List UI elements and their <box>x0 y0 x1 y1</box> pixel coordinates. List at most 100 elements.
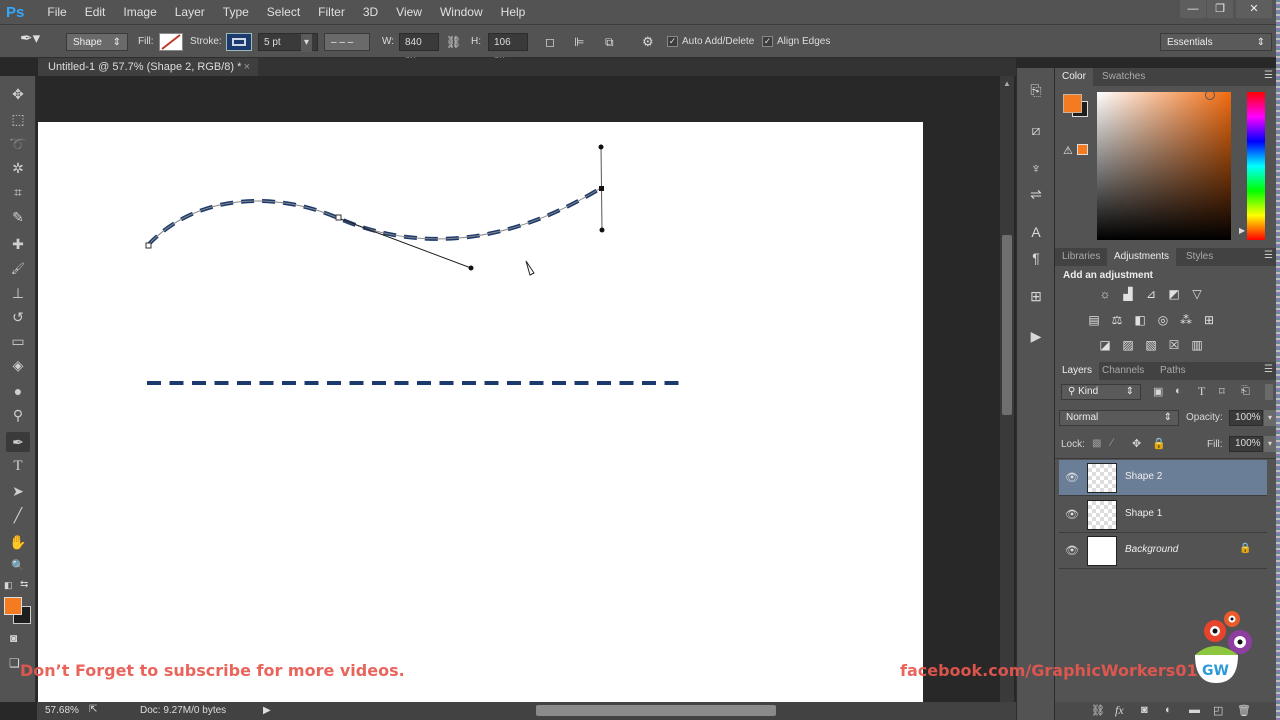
gamut-color-chip[interactable] <box>1077 144 1088 155</box>
stroke-style-dropdown[interactable]: – – – <box>324 33 370 51</box>
actions-play-icon[interactable]: ▶ <box>1025 326 1047 346</box>
direction-handle-point[interactable] <box>598 144 604 150</box>
menu-filter[interactable]: Filter <box>309 5 354 19</box>
eraser-tool-icon[interactable]: ▭ <box>6 331 30 351</box>
height-field[interactable]: 106 px <box>488 33 528 66</box>
vibrance-icon[interactable]: ▽ <box>1189 287 1205 301</box>
foreground-color-swatch[interactable] <box>4 597 22 615</box>
hue-slider-handle-icon[interactable]: ▶ <box>1239 226 1245 235</box>
quick-mask-icon[interactable]: ◙ <box>10 631 17 645</box>
tab-channels[interactable]: Channels <box>1095 362 1151 380</box>
character-icon[interactable]: A <box>1025 222 1047 242</box>
tab-paths[interactable]: Paths <box>1153 362 1193 380</box>
path-operations-icon[interactable]: ◻ <box>545 33 555 51</box>
panel-menu-icon[interactable]: ☰ <box>1264 70 1273 81</box>
document-tab[interactable]: Untitled-1 @ 57.7% (Shape 2, RGB/8) * × <box>38 58 258 76</box>
gear-icon[interactable]: ⚙ <box>642 33 654 51</box>
filter-toggle[interactable] <box>1265 384 1273 400</box>
direction-handle-point[interactable] <box>599 227 605 233</box>
default-colors-icon[interactable]: ◧ <box>4 580 13 591</box>
path-alignment-icon[interactable]: ⊫ <box>574 33 584 51</box>
menu-window[interactable]: Window <box>431 5 492 19</box>
tab-libraries[interactable]: Libraries <box>1055 248 1107 266</box>
filter-smart-object-icon[interactable]: ⎗ <box>1241 385 1250 398</box>
link-dimensions-icon[interactable]: ⛓ <box>446 33 461 51</box>
blur-tool-icon[interactable]: ● <box>6 381 30 401</box>
menu-image[interactable]: Image <box>114 5 165 19</box>
channel-mixer-icon[interactable]: ⁂ <box>1178 313 1194 327</box>
width-field[interactable]: 840 px <box>399 33 439 66</box>
filter-type-icon[interactable]: T <box>1198 384 1205 399</box>
opacity-field[interactable]: 100% <box>1229 410 1263 426</box>
anchor-point[interactable] <box>145 242 152 249</box>
visibility-eye-icon[interactable]: 👁 <box>1065 544 1079 557</box>
filter-adjustment-icon[interactable]: ◐ <box>1175 385 1182 397</box>
panel-menu-icon[interactable]: ☰ <box>1264 364 1273 375</box>
selective-color-icon[interactable]: ☒ <box>1166 338 1182 352</box>
tab-adjustments[interactable]: Adjustments <box>1107 248 1177 266</box>
exposure-icon[interactable]: ◩ <box>1166 287 1182 301</box>
hand-tool-icon[interactable]: ✋ <box>6 532 30 552</box>
anchor-point-selected[interactable] <box>599 186 604 191</box>
layer-row-shape-1[interactable]: 👁 Shape 1 <box>1059 497 1267 533</box>
delete-layer-trash-icon[interactable]: 🗑 <box>1237 704 1251 717</box>
new-layer-icon[interactable]: ◰ <box>1213 704 1223 717</box>
new-adjustment-layer-icon[interactable]: ◐ <box>1165 704 1172 716</box>
tab-styles[interactable]: Styles <box>1179 248 1220 266</box>
lock-image-icon[interactable]: ∕ <box>1111 437 1113 449</box>
close-window-button[interactable]: ✕ <box>1236 0 1272 18</box>
auto-add-delete-checkbox[interactable]: ✓ Auto Add/Delete <box>667 33 754 51</box>
brush-settings-icon[interactable]: ⇌ <box>1025 184 1047 204</box>
menu-type[interactable]: Type <box>214 5 258 19</box>
brightness-contrast-icon[interactable]: ☼ <box>1097 287 1113 301</box>
healing-tool-icon[interactable]: ✚ <box>6 234 30 254</box>
path-arrangement-icon[interactable]: ⧉ <box>605 33 614 51</box>
tab-swatches[interactable]: Swatches <box>1095 68 1152 86</box>
menu-edit[interactable]: Edit <box>76 5 115 19</box>
tab-color[interactable]: Color <box>1055 68 1093 86</box>
menu-select[interactable]: Select <box>258 5 309 19</box>
menu-view[interactable]: View <box>387 5 431 19</box>
vertical-scrollbar-thumb[interactable] <box>1002 235 1012 415</box>
eyedropper-tool-icon[interactable]: ✎ <box>6 207 30 227</box>
dodge-tool-icon[interactable]: ⚲ <box>6 405 30 425</box>
tab-layers[interactable]: Layers <box>1055 362 1100 380</box>
scroll-up-icon[interactable]: ▲ <box>1003 79 1011 88</box>
curved-dashed-path[interactable] <box>146 186 603 247</box>
photo-filter-icon[interactable]: ◎ <box>1155 313 1171 327</box>
brush-tool-icon[interactable]: 🖌 <box>6 259 30 279</box>
marquee-tool-icon[interactable]: ⬚ <box>6 109 30 129</box>
line-tool-icon[interactable]: ╱ <box>6 505 30 525</box>
hue-saturation-icon[interactable]: ▤ <box>1086 313 1102 327</box>
menu-layer[interactable]: Layer <box>166 5 214 19</box>
color-picker-field[interactable] <box>1097 90 1231 240</box>
status-menu-arrow-icon[interactable]: ▶ <box>263 705 271 716</box>
color-lookup-icon[interactable]: ⊞ <box>1201 313 1217 327</box>
add-mask-icon[interactable]: ◙ <box>1141 704 1148 716</box>
pen-tool-icon[interactable]: ✒ <box>6 432 30 452</box>
threshold-icon[interactable]: ▧ <box>1143 338 1159 352</box>
history-icon[interactable]: ⎘ <box>1025 80 1047 100</box>
visibility-eye-icon[interactable]: 👁 <box>1065 508 1079 521</box>
visibility-eye-icon[interactable]: 👁 <box>1065 471 1079 484</box>
history-brush-tool-icon[interactable]: ↺ <box>6 307 30 327</box>
crop-tool-icon[interactable]: ⌗ <box>6 182 30 202</box>
menu-help[interactable]: Help <box>492 5 535 19</box>
levels-icon[interactable]: ▟ <box>1120 287 1136 301</box>
link-layers-icon[interactable]: ⛓ <box>1091 704 1105 717</box>
close-tab-icon[interactable]: × <box>244 58 250 76</box>
minimize-button[interactable]: — <box>1180 0 1206 18</box>
align-edges-checkbox[interactable]: ✓ Align Edges <box>762 33 830 51</box>
menu-3d[interactable]: 3D <box>354 5 387 19</box>
posterize-icon[interactable]: ▨ <box>1120 338 1136 352</box>
properties-icon[interactable]: ⧄ <box>1025 120 1047 140</box>
stroke-swatch[interactable] <box>226 33 252 51</box>
doc-info[interactable]: Doc: 9.27M/0 bytes <box>140 705 226 716</box>
type-tool-icon[interactable]: T <box>6 456 30 476</box>
lock-transparent-icon[interactable]: ▩ <box>1092 438 1101 449</box>
filter-shape-icon[interactable]: ⌑ <box>1219 385 1225 398</box>
brush-presets-icon[interactable]: ♆ <box>1025 158 1047 178</box>
foreground-color-chip[interactable] <box>1063 94 1082 113</box>
stamp-tool-icon[interactable]: ⊥ <box>6 283 30 303</box>
export-icon[interactable]: ⇱ <box>89 704 97 715</box>
